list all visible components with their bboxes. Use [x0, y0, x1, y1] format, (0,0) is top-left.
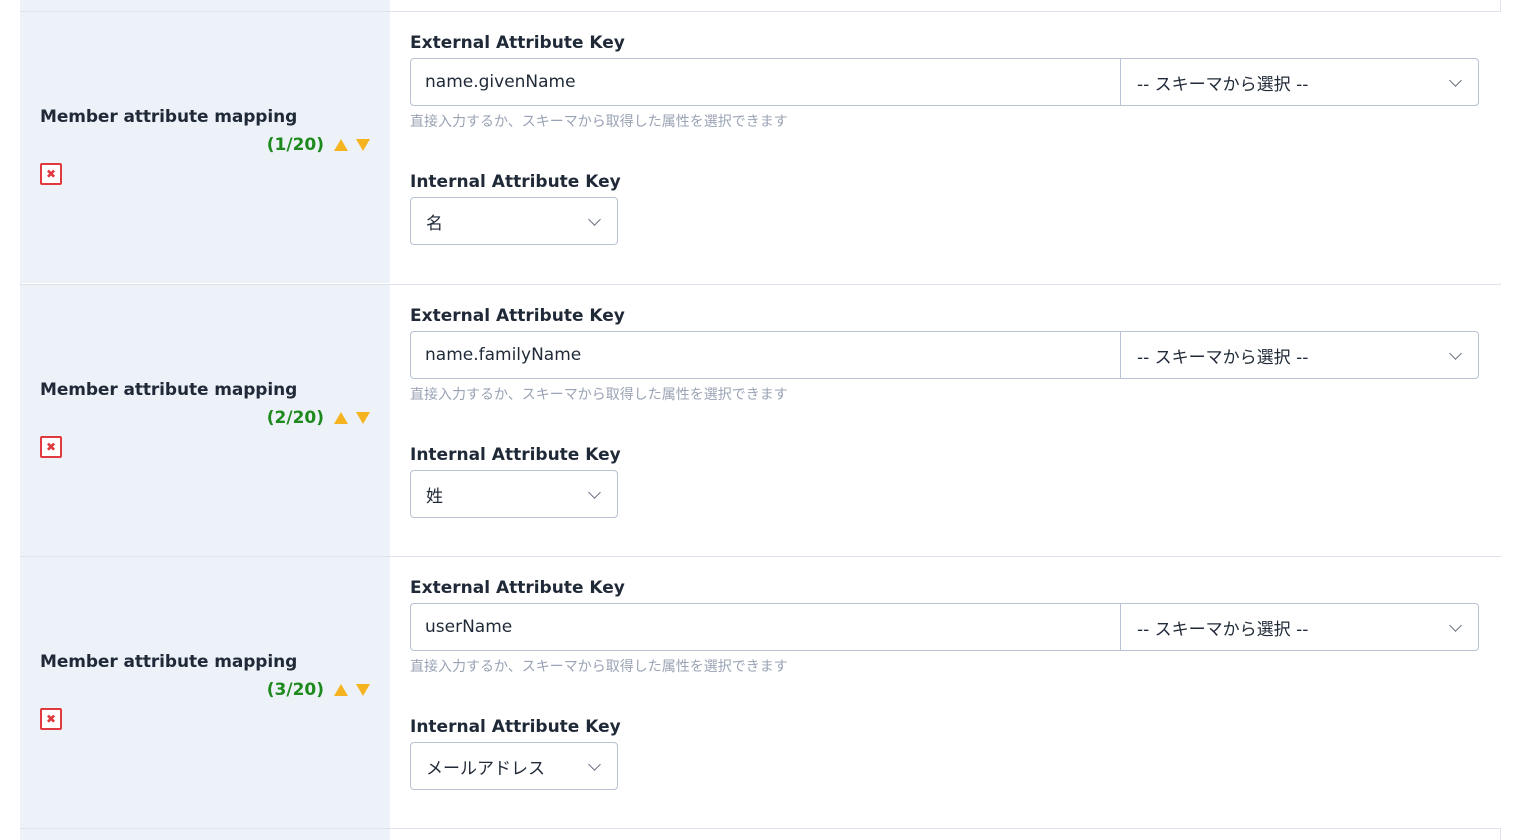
triangle-down-icon[interactable]	[356, 412, 370, 424]
triangle-up-icon[interactable]	[334, 684, 348, 696]
triangle-up-icon[interactable]	[334, 139, 348, 151]
close-icon: ✖	[45, 167, 57, 181]
mapping-row-1: Member attribute mapping (1/20) ✖ Extern…	[20, 11, 1501, 283]
mapping-counter: (2/20)	[267, 408, 370, 428]
external-key-group: -- スキーマから選択 --	[410, 58, 1479, 106]
close-icon: ✖	[45, 712, 57, 726]
mapping-index: (2/20)	[266, 408, 324, 428]
chevron-down-icon	[1449, 347, 1462, 360]
external-key-input[interactable]	[411, 59, 1121, 105]
next-row-left-panel	[20, 829, 390, 840]
mapping-title: Member attribute mapping	[40, 107, 298, 127]
chevron-down-icon	[1449, 619, 1462, 632]
external-key-hint: 直接入力するか、スキーマから取得した属性を選択できます	[410, 659, 788, 675]
internal-key-select[interactable]: 名	[410, 197, 618, 245]
internal-key-value: 姓	[426, 486, 443, 507]
schema-select[interactable]: -- スキーマから選択 --	[1121, 604, 1478, 650]
mapping-title: Member attribute mapping	[40, 380, 298, 400]
mapping-row-fields: External Attribute Key -- スキーマから選択 -- 直接…	[390, 12, 1501, 283]
schema-select-label: -- スキーマから選択 --	[1137, 347, 1309, 368]
close-icon: ✖	[45, 440, 57, 454]
external-key-input[interactable]	[411, 332, 1121, 378]
mapping-row-fields: External Attribute Key -- スキーマから選択 -- 直接…	[390, 557, 1501, 828]
mapping-row-3: Member attribute mapping (3/20) ✖ Extern…	[20, 556, 1501, 828]
triangle-down-icon[interactable]	[356, 139, 370, 151]
external-key-label: External Attribute Key	[410, 578, 625, 598]
internal-key-value: メールアドレス	[426, 758, 545, 779]
internal-key-select[interactable]: メールアドレス	[410, 742, 618, 790]
schema-select-label: -- スキーマから選択 --	[1137, 619, 1309, 640]
internal-key-select[interactable]: 姓	[410, 470, 618, 518]
mapping-row-header: Member attribute mapping (3/20) ✖	[20, 557, 390, 828]
external-key-label: External Attribute Key	[410, 33, 625, 53]
chevron-down-icon	[1449, 74, 1462, 87]
mapping-title: Member attribute mapping	[40, 652, 298, 672]
mapping-row-fields: External Attribute Key -- スキーマから選択 -- 直接…	[390, 285, 1501, 556]
chevron-down-icon	[588, 486, 601, 499]
external-key-label: External Attribute Key	[410, 306, 625, 326]
mapping-row-2: Member attribute mapping (2/20) ✖ Extern…	[20, 284, 1501, 556]
remove-mapping-button[interactable]: ✖	[40, 708, 62, 730]
remove-mapping-button[interactable]: ✖	[40, 163, 62, 185]
mapping-row-header: Member attribute mapping (1/20) ✖	[20, 12, 390, 283]
mapping-counter: (3/20)	[267, 680, 370, 700]
chevron-down-icon	[588, 758, 601, 771]
schema-select[interactable]: -- スキーマから選択 --	[1121, 332, 1478, 378]
internal-key-value: 名	[426, 213, 443, 234]
internal-key-label: Internal Attribute Key	[410, 717, 621, 737]
external-key-input[interactable]	[411, 604, 1121, 650]
mapping-index: (1/20)	[266, 135, 324, 155]
mapping-index: (3/20)	[266, 680, 324, 700]
mapping-row-header: Member attribute mapping (2/20) ✖	[20, 285, 390, 556]
schema-select-label: -- スキーマから選択 --	[1137, 74, 1309, 95]
external-key-group: -- スキーマから選択 --	[410, 603, 1479, 651]
triangle-up-icon[interactable]	[334, 412, 348, 424]
triangle-down-icon[interactable]	[356, 684, 370, 696]
internal-key-label: Internal Attribute Key	[410, 172, 621, 192]
mapping-counter: (1/20)	[267, 135, 370, 155]
remove-mapping-button[interactable]: ✖	[40, 436, 62, 458]
previous-row-left-panel	[20, 0, 390, 11]
external-key-hint: 直接入力するか、スキーマから取得した属性を選択できます	[410, 387, 788, 403]
external-key-group: -- スキーマから選択 --	[410, 331, 1479, 379]
schema-select[interactable]: -- スキーマから選択 --	[1121, 59, 1478, 105]
internal-key-label: Internal Attribute Key	[410, 445, 621, 465]
external-key-hint: 直接入力するか、スキーマから取得した属性を選択できます	[410, 114, 788, 130]
chevron-down-icon	[588, 213, 601, 226]
